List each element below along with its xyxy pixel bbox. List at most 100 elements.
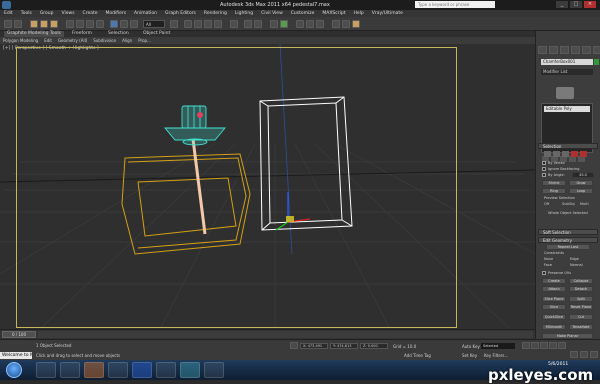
zoom-icon[interactable] [570,351,578,358]
split-checkbox[interactable]: Split [569,296,593,302]
stack-item-editable-poly[interactable]: Editable Poly [544,106,590,112]
border-mode-icon[interactable] [562,151,569,157]
menu-animation[interactable]: Animation [134,11,157,16]
close-button[interactable]: × [584,1,596,8]
add-time-tag-button[interactable]: Add Time Tag [404,353,431,358]
previous-frame-icon[interactable] [531,342,539,349]
by-vertex-checkbox[interactable] [542,161,546,165]
constraint-normal-radio[interactable]: Normal [570,263,583,267]
material-editor-icon[interactable] [316,20,324,28]
set-key-button[interactable]: Set Key [462,353,477,358]
firefox-taskbar-icon[interactable] [84,362,104,378]
bind-space-warp-icon[interactable] [50,20,58,28]
panel-geometry-all[interactable]: Geometry (All) [58,38,87,43]
menu-graph-editors[interactable]: Graph Editors [165,11,196,16]
menu-group[interactable]: Group [40,11,54,16]
folder-taskbar-icon[interactable] [204,362,224,378]
spinner-snap-icon[interactable] [214,20,222,28]
preview-off-radio[interactable]: Off [544,202,549,206]
slice-plane-button[interactable]: Slice Plane [542,296,566,302]
media-player-taskbar-icon[interactable] [60,362,80,378]
snap-toggle-icon[interactable] [184,20,192,28]
auto-key-button[interactable]: Auto Key [462,344,480,349]
z-coordinate-field[interactable]: Z: 0.000 [360,343,388,349]
orbit-icon[interactable] [580,351,588,358]
vertex-mode-icon[interactable] [544,151,551,157]
menu-lighting[interactable]: Lighting [235,11,253,16]
photoshop-taskbar-icon[interactable] [132,362,152,378]
panel-subdivision[interactable]: Subdivision [93,38,116,43]
unlink-icon[interactable] [40,20,48,28]
graphite-toggle-icon[interactable] [280,20,288,28]
pivot-center-icon[interactable] [170,20,178,28]
next-frame-icon[interactable] [549,342,557,349]
soft-selection-rollout[interactable]: Soft Selection [538,229,598,235]
utilities-tab-icon[interactable] [593,46,600,54]
angle-snap-icon[interactable] [194,20,202,28]
menu-views[interactable]: Views [62,11,75,16]
create-tab-icon[interactable] [538,46,547,54]
repeat-last-button[interactable]: Repeat Last [546,244,590,250]
object-name-field[interactable]: ChamferBox001 [541,59,593,65]
perspective-viewport[interactable]: [+] [ Perspective ] [ Smooth + Highlight… [0,44,535,329]
menu-help[interactable]: Help [354,11,364,16]
edit-geometry-rollout[interactable]: Edit Geometry [538,237,598,243]
slice-button[interactable]: Slice [542,304,566,310]
key-filters-button[interactable]: Key Filters... [484,353,508,358]
x-coordinate-field[interactable]: X: 473.491 [300,343,328,349]
preserve-uvs-checkbox[interactable] [542,271,546,275]
menu-edit[interactable]: Edit [4,11,13,16]
play-icon[interactable] [540,342,548,349]
attach-button[interactable]: Attach [542,286,566,292]
time-slider[interactable]: 0 / 100 [2,331,36,338]
create-button[interactable]: Create [542,278,566,284]
element-mode-icon[interactable] [580,151,587,157]
messenger-taskbar-icon[interactable] [156,362,176,378]
explorer-taskbar-icon[interactable] [36,362,56,378]
msmooth-button[interactable]: MSmooth [542,324,566,330]
menu-maxscript[interactable]: MAXScript [322,11,345,16]
select-link-icon[interactable] [30,20,38,28]
start-button-icon[interactable] [6,362,22,378]
menu-vray[interactable]: Vray/Ultimate [372,11,403,16]
pan-icon[interactable] [590,351,598,358]
render-production-icon[interactable] [352,20,360,28]
selection-rollout[interactable]: Selection [538,143,598,149]
menu-rendering[interactable]: Rendering [204,11,227,16]
constraint-edge-radio[interactable]: Edge [570,257,579,261]
maximize-button[interactable]: □ [570,1,582,8]
app-logo-icon[interactable] [2,1,11,9]
panel-polygon-modeling[interactable]: Polygon Modeling [3,38,38,43]
curve-editor-icon[interactable] [296,20,304,28]
scale-icon[interactable] [130,20,138,28]
selection-region-icon[interactable] [86,20,94,28]
constraint-none-radio[interactable]: None [544,257,553,261]
reset-plane-button[interactable]: Reset Plane [569,304,593,310]
detach-button[interactable]: Detach [569,286,593,292]
hierarchy-tab-icon[interactable] [560,46,569,54]
select-object-icon[interactable] [66,20,74,28]
go-to-start-icon[interactable] [522,342,530,349]
reference-coord-dropdown[interactable]: All [143,20,165,28]
polygon-mode-icon[interactable] [571,151,578,157]
panel-properties[interactable]: Prop... [138,38,151,43]
menu-tools[interactable]: Tools [21,11,32,16]
maxscript-listener[interactable]: Welcome to MAXScript. [0,352,32,359]
3dsmax-taskbar-icon[interactable] [180,362,200,378]
modifier-list-dropdown[interactable]: Modifier List [541,69,593,75]
y-coordinate-field[interactable]: Y: 474.613 [330,343,358,349]
quickslice-button[interactable]: QuickSlice [542,314,566,320]
rotate-icon[interactable] [120,20,128,28]
menu-create[interactable]: Create [83,11,98,16]
by-angle-checkbox[interactable] [542,173,546,177]
menu-modifiers[interactable]: Modifiers [106,11,127,16]
by-angle-spinner[interactable]: 45.0 [572,172,594,178]
move-icon[interactable] [110,20,118,28]
window-crossing-icon[interactable] [96,20,104,28]
search-input[interactable]: Type a keyword or phrase [415,1,495,8]
constraint-face-radio[interactable]: Face [544,263,552,267]
display-tab-icon[interactable] [582,46,591,54]
minimize-button[interactable]: _ [556,1,568,8]
undo-icon[interactable] [4,20,12,28]
lock-selection-icon[interactable] [290,342,298,349]
